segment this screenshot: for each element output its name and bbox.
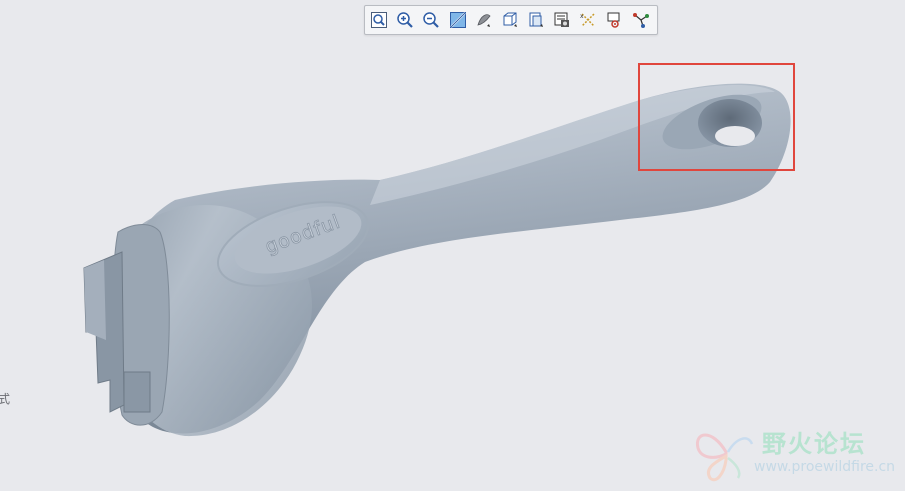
- display-style-icon: [475, 11, 493, 29]
- watermark-url: www.proewildfire.cn: [754, 459, 896, 475]
- view-toolbar: x: [364, 5, 658, 35]
- rear-connector-face: [84, 260, 106, 340]
- watermark-title: 野火论坛: [762, 430, 866, 458]
- view-manager-button[interactable]: [526, 10, 546, 30]
- saved-orientations-icon: [501, 11, 519, 29]
- watermark: 野火论坛 www.proewildfire.cn: [692, 418, 905, 484]
- saved-orientations-button[interactable]: [500, 10, 520, 30]
- display-style-button[interactable]: [474, 10, 494, 30]
- datum-display-icon: x: [579, 11, 597, 29]
- datum-display-button[interactable]: x: [579, 10, 599, 30]
- annotation-display-button[interactable]: [605, 10, 625, 30]
- zoom-in-button[interactable]: [395, 10, 415, 30]
- svg-text:x: x: [580, 13, 584, 20]
- butterfly-logo-icon: [695, 433, 754, 482]
- zoom-out-icon: [422, 11, 440, 29]
- section-view-icon: [553, 11, 571, 29]
- hole-opening: [715, 126, 755, 146]
- view-manager-icon: [527, 11, 545, 29]
- spin-center-icon: [632, 11, 650, 29]
- repaint-icon: [449, 11, 467, 29]
- model-viewport[interactable]: goodful: [0, 0, 905, 487]
- connector-tab: [123, 371, 151, 413]
- left-edge-label: 式: [0, 392, 11, 406]
- spin-center-button[interactable]: [631, 10, 651, 30]
- refit-button[interactable]: [369, 10, 389, 30]
- annotation-display-icon: [606, 11, 624, 29]
- section-view-button[interactable]: [552, 10, 572, 30]
- zoom-in-icon: [396, 11, 414, 29]
- repaint-button[interactable]: [448, 10, 468, 30]
- refit-icon: [370, 11, 388, 29]
- zoom-out-button[interactable]: [421, 10, 441, 30]
